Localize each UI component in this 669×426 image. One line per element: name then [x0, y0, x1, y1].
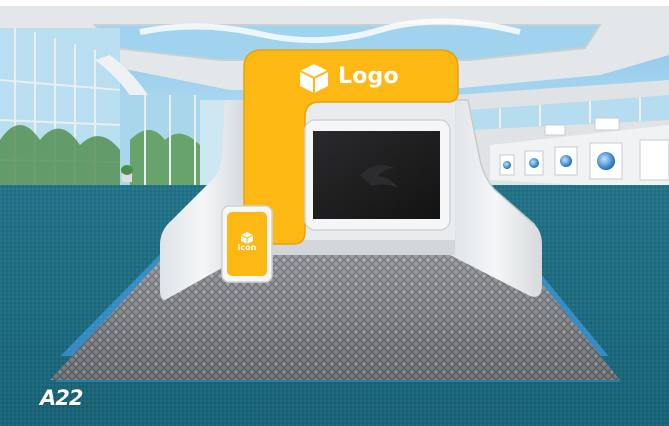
- booth-logo-text: Logo: [338, 64, 399, 89]
- hall-windows-left: [0, 28, 121, 193]
- poster-5: [639, 139, 669, 181]
- exhibition-booth-scene: [0, 0, 669, 426]
- plant-decoration: [121, 165, 133, 182]
- standee-icon-label: icon: [237, 243, 257, 252]
- booth-number-label: A22: [40, 386, 83, 410]
